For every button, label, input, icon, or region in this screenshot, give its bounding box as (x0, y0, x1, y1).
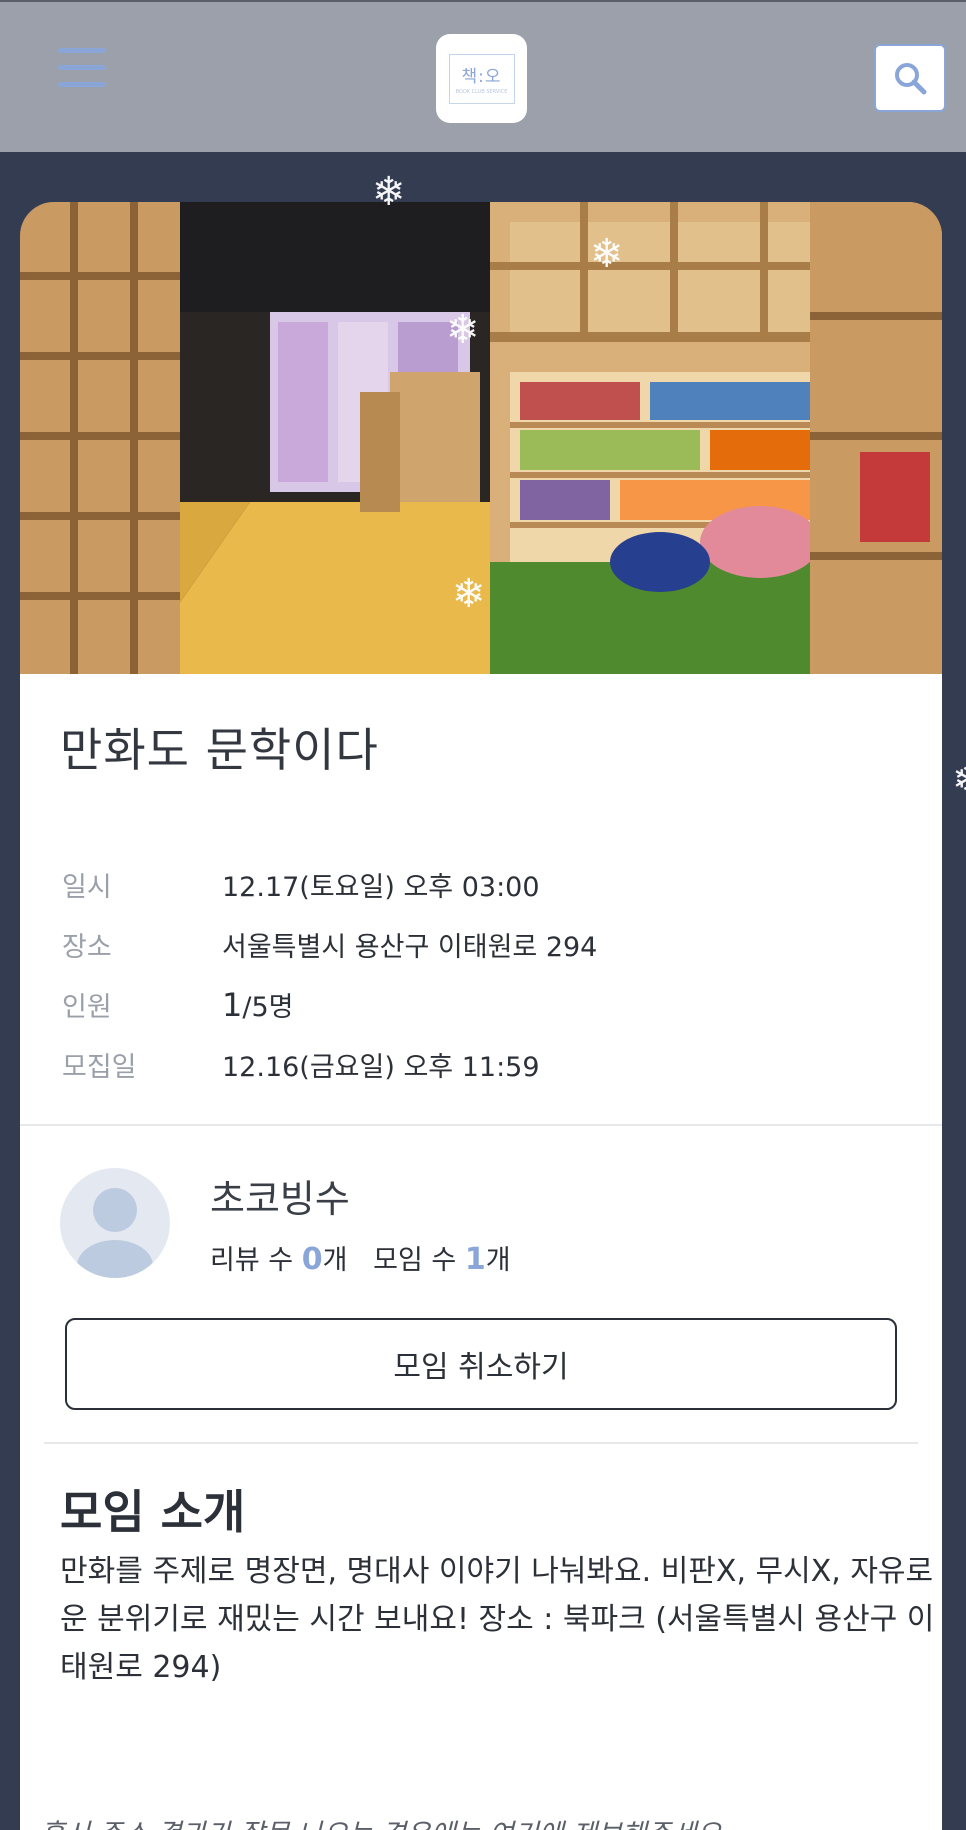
divider (44, 1442, 918, 1444)
meeting-count-label: 모임 수 (373, 1245, 465, 1276)
search-button[interactable] (874, 44, 946, 112)
members-value: 1/5명 (222, 985, 293, 1024)
page: 책:오 BOOK CLUB SERVICE 만화도 문학이다 일시 12.17(… (0, 0, 966, 1830)
date-value: 12.17(토요일) 오후 03:00 (222, 871, 540, 903)
cancel-meeting-button[interactable]: 모임 취소하기 (65, 1318, 897, 1410)
meeting-info: 일시 12.17(토요일) 오후 03:00 장소 서울특별시 용산구 이태원로… (62, 854, 902, 1094)
location-label: 장소 (62, 931, 112, 963)
review-label: 리뷰 수 (210, 1245, 302, 1276)
search-icon (895, 63, 927, 95)
logo-text: 책:오 (461, 67, 502, 87)
info-row-deadline: 모집일 12.16(금요일) 오후 11:59 (62, 1034, 902, 1094)
host-avatar[interactable] (60, 1168, 170, 1278)
default-user-icon (77, 1188, 153, 1278)
snowflake-icon: ❄ (590, 231, 624, 277)
host-name[interactable]: 초코빙수 (210, 1168, 350, 1223)
review-unit: 개 (322, 1245, 348, 1276)
intro-text: 만화를 주제로 명장면, 명대사 이야기 나눠봐요. 비판X, 무시X, 자유로… (60, 1554, 935, 1685)
snowflake-icon: ❄ (372, 169, 406, 215)
meeting-count: 1 (464, 1242, 486, 1277)
logo[interactable]: 책:오 BOOK CLUB SERVICE (436, 34, 527, 123)
meeting-detail-card: 만화도 문학이다 일시 12.17(토요일) 오후 03:00 장소 서울특별시… (20, 202, 942, 1830)
info-row-date: 일시 12.17(토요일) 오후 03:00 (62, 854, 902, 914)
hamburger-menu-icon-line (58, 82, 106, 87)
hamburger-menu-icon (58, 48, 106, 53)
snowflake-icon: ❄ (446, 307, 480, 353)
logo-mark: 책:오 BOOK CLUB SERVICE (448, 53, 515, 104)
hamburger-menu-icon-line (58, 65, 106, 70)
app-header: 책:오 BOOK CLUB SERVICE (0, 0, 966, 152)
members-current: 1 (222, 985, 243, 1024)
meeting-count-unit: 개 (485, 1245, 511, 1276)
date-label: 일시 (62, 871, 112, 903)
deadline-value: 12.16(금요일) 오후 11:59 (222, 1051, 540, 1083)
members-total: /5명 (242, 991, 294, 1023)
review-count: 0 (301, 1242, 323, 1277)
meeting-title: 만화도 문학이다 (60, 723, 379, 777)
snowflake-icon: ❄ (952, 760, 966, 800)
info-row-location: 장소 서울특별시 용산구 이태원로 294 (62, 914, 902, 974)
location-value: 서울특별시 용산구 이태원로 294 (222, 931, 598, 963)
info-row-members: 인원 1/5명 (62, 974, 902, 1034)
host-stats: 리뷰 수 0개 모임 수 1개 (210, 1238, 511, 1277)
members-label: 인원 (62, 991, 112, 1023)
menu-button[interactable] (58, 48, 110, 92)
intro-title: 모임 소개 (60, 1485, 246, 1539)
logo-subtext: BOOK CLUB SERVICE (455, 89, 508, 95)
report-address-link[interactable]: 혹시 주소 결과가 잘못 나오는 경우에는 여기에 제보해주세요. (40, 1812, 730, 1830)
snowflake-icon: ❄ (452, 571, 486, 617)
divider (20, 1124, 942, 1126)
deadline-label: 모집일 (62, 1051, 137, 1083)
